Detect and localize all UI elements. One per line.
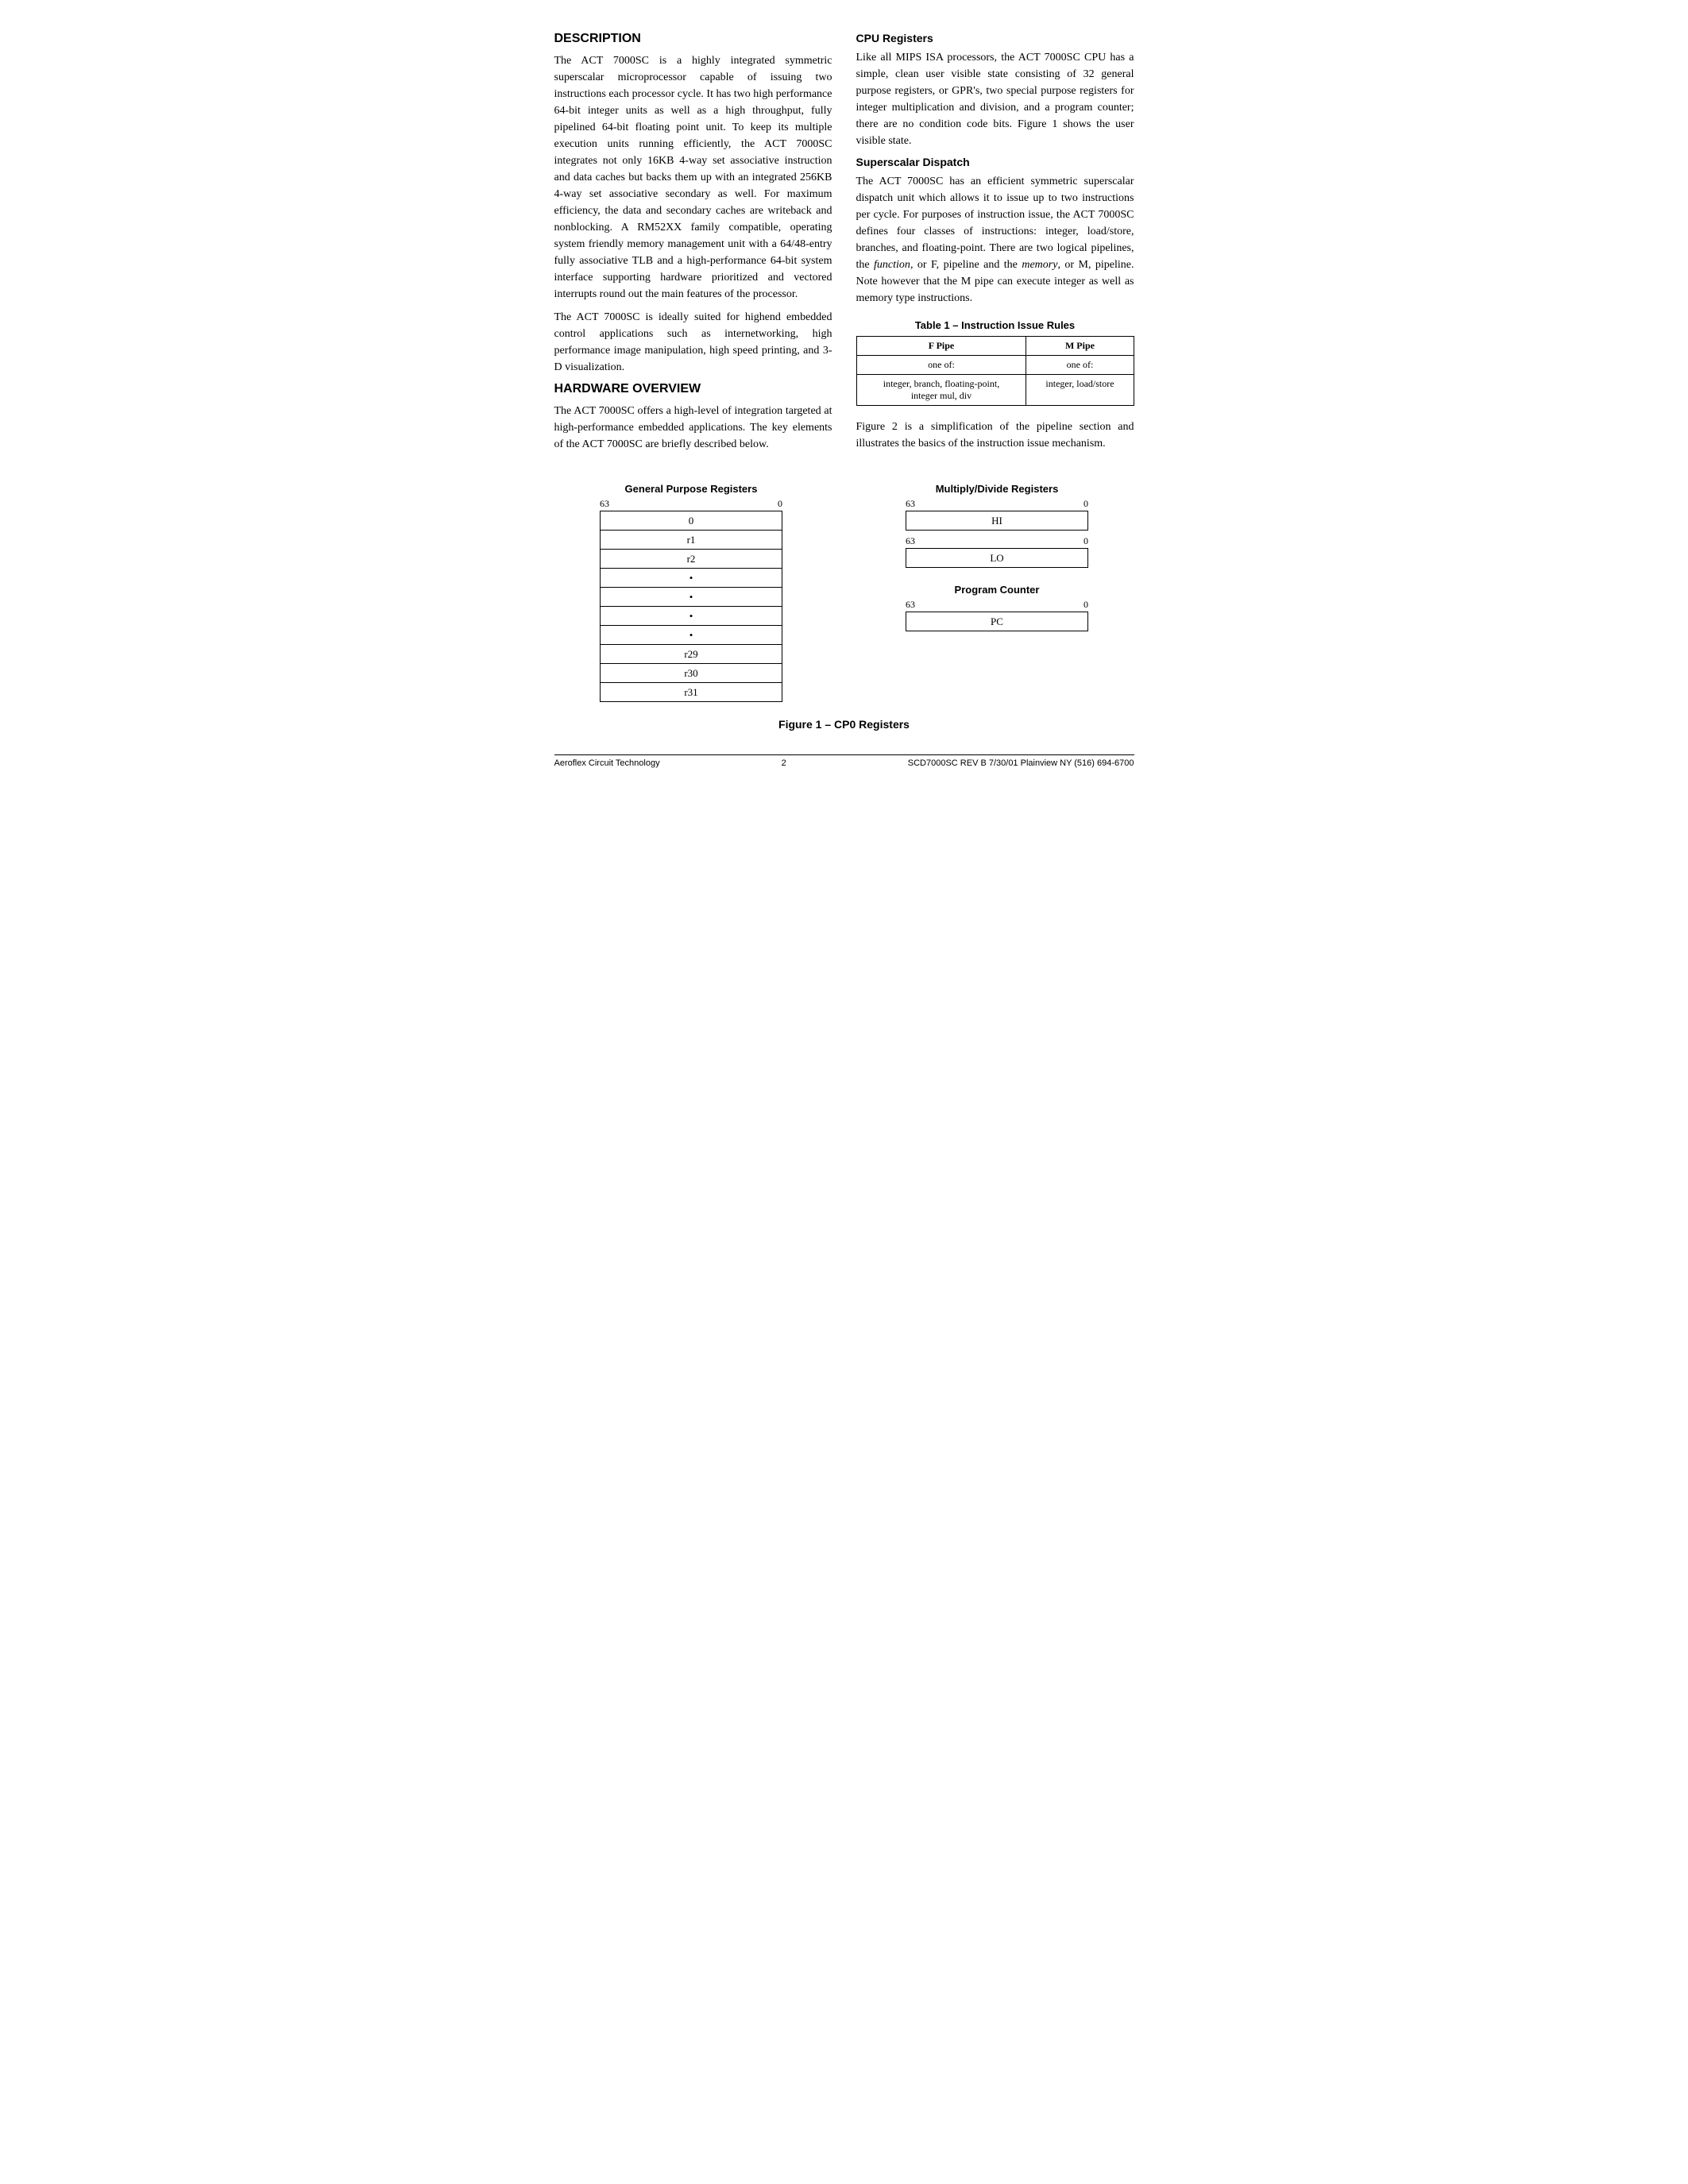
table-row: • <box>601 588 782 607</box>
table-row: r29 <box>601 645 782 664</box>
table-row: • <box>601 569 782 588</box>
gpr-title: General Purpose Registers <box>625 483 758 495</box>
hi-bit-labels: 63 0 <box>906 498 1088 510</box>
pc-bit-labels: 63 0 <box>906 599 1088 611</box>
table-cell-fpipe-row1: one of: <box>856 356 1026 375</box>
table-row: HI <box>906 511 1088 531</box>
instruction-issue-table: F Pipe M Pipe one of: one of: integer, b… <box>856 336 1134 406</box>
hardware-overview-para: The ACT 7000SC offers a high-level of in… <box>554 403 832 453</box>
lo-label: LO <box>906 549 1088 568</box>
table-row: r1 <box>601 531 782 550</box>
main-content: Description The ACT 7000SC is a highly i… <box>554 32 1134 459</box>
figure-caption: Figure 1 – CP0 Registers <box>554 718 1134 731</box>
table-cell-mpipe-row1: one of: <box>1026 356 1134 375</box>
pc-label: PC <box>906 612 1088 631</box>
table-row: integer, branch, floating-point,integer … <box>856 375 1134 406</box>
multiply-divide-title: Multiply/Divide Registers <box>936 483 1059 495</box>
gpr-row-7: r29 <box>601 645 782 664</box>
description-para-1: The ACT 7000SC is a highly integrated sy… <box>554 52 832 303</box>
gpr-row-8: r30 <box>601 664 782 683</box>
hi-label: HI <box>906 511 1088 531</box>
gpr-bit-left: 63 <box>600 498 609 510</box>
multiply-divide-section: Multiply/Divide Registers 63 0 HI 63 0 L <box>906 483 1088 568</box>
gpr-bit-labels: 63 0 <box>600 498 782 510</box>
table-row: LO <box>906 549 1088 568</box>
cpu-registers-heading: CPU Registers <box>856 32 1134 44</box>
footer-center: 2 <box>782 758 786 768</box>
footer-right: SCD7000SC REV B 7/30/01 Plainview NY (51… <box>908 758 1134 768</box>
gpr-section: General Purpose Registers 63 0 0 r1 r2 •… <box>600 483 782 702</box>
table-header-mpipe: M Pipe <box>1026 337 1134 356</box>
lo-bit-left: 63 <box>906 535 915 547</box>
page: Description The ACT 7000SC is a highly i… <box>554 32 1134 768</box>
gpr-row-1: r1 <box>601 531 782 550</box>
table-row: r2 <box>601 550 782 569</box>
table-row: • <box>601 607 782 626</box>
pc-register-table: PC <box>906 612 1088 631</box>
program-counter-section: Program Counter 63 0 PC <box>906 584 1088 631</box>
gpr-row-5: • <box>601 607 782 626</box>
gpr-bit-right: 0 <box>778 498 782 510</box>
right-registers: Multiply/Divide Registers 63 0 HI 63 0 L <box>906 483 1088 631</box>
gpr-row-3: • <box>601 569 782 588</box>
footer: Aeroflex Circuit Technology 2 SCD7000SC … <box>554 754 1134 768</box>
lo-bit-labels: 63 0 <box>906 535 1088 547</box>
pc-bit-right: 0 <box>1083 599 1088 611</box>
lo-bit-right: 0 <box>1083 535 1088 547</box>
table-row: r30 <box>601 664 782 683</box>
figure-note: Figure 2 is a simplification of the pipe… <box>856 419 1134 452</box>
description-para-2: The ACT 7000SC is ideally suited for hig… <box>554 309 832 376</box>
footer-left: Aeroflex Circuit Technology <box>554 758 660 768</box>
table-row: r31 <box>601 683 782 702</box>
gpr-table: 0 r1 r2 • • • • r29 r30 r31 <box>600 511 782 702</box>
gpr-row-4: • <box>601 588 782 607</box>
gpr-row-0: 0 <box>601 511 782 531</box>
table-row: • <box>601 626 782 645</box>
table-header-fpipe: F Pipe <box>856 337 1026 356</box>
right-column: CPU Registers Like all MIPS ISA processo… <box>856 32 1134 459</box>
gpr-row-9: r31 <box>601 683 782 702</box>
gpr-row-2: r2 <box>601 550 782 569</box>
gpr-row-6: • <box>601 626 782 645</box>
table-row: one of: one of: <box>856 356 1134 375</box>
table-title: Table 1 – Instruction Issue Rules <box>856 319 1134 331</box>
table-cell-mpipe-row2: integer, load/store <box>1026 375 1134 406</box>
left-column: Description The ACT 7000SC is a highly i… <box>554 32 832 459</box>
table-row: 0 <box>601 511 782 531</box>
lo-register-table: LO <box>906 548 1088 568</box>
table-cell-fpipe-row2: integer, branch, floating-point,integer … <box>856 375 1026 406</box>
table-row: PC <box>906 612 1088 631</box>
hardware-overview-heading: Hardware Overview <box>554 382 832 396</box>
pc-bit-left: 63 <box>906 599 915 611</box>
superscalar-dispatch-heading: Superscalar Dispatch <box>856 156 1134 168</box>
superscalar-dispatch-para: The ACT 7000SC has an efficient symmetri… <box>856 173 1134 307</box>
hi-bit-left: 63 <box>906 498 915 510</box>
cpu-registers-para: Like all MIPS ISA processors, the ACT 70… <box>856 49 1134 149</box>
description-heading: Description <box>554 32 832 46</box>
hi-register-table: HI <box>906 511 1088 531</box>
figure-area: General Purpose Registers 63 0 0 r1 r2 •… <box>554 483 1134 702</box>
program-counter-title: Program Counter <box>955 584 1040 596</box>
hi-bit-right: 0 <box>1083 498 1088 510</box>
